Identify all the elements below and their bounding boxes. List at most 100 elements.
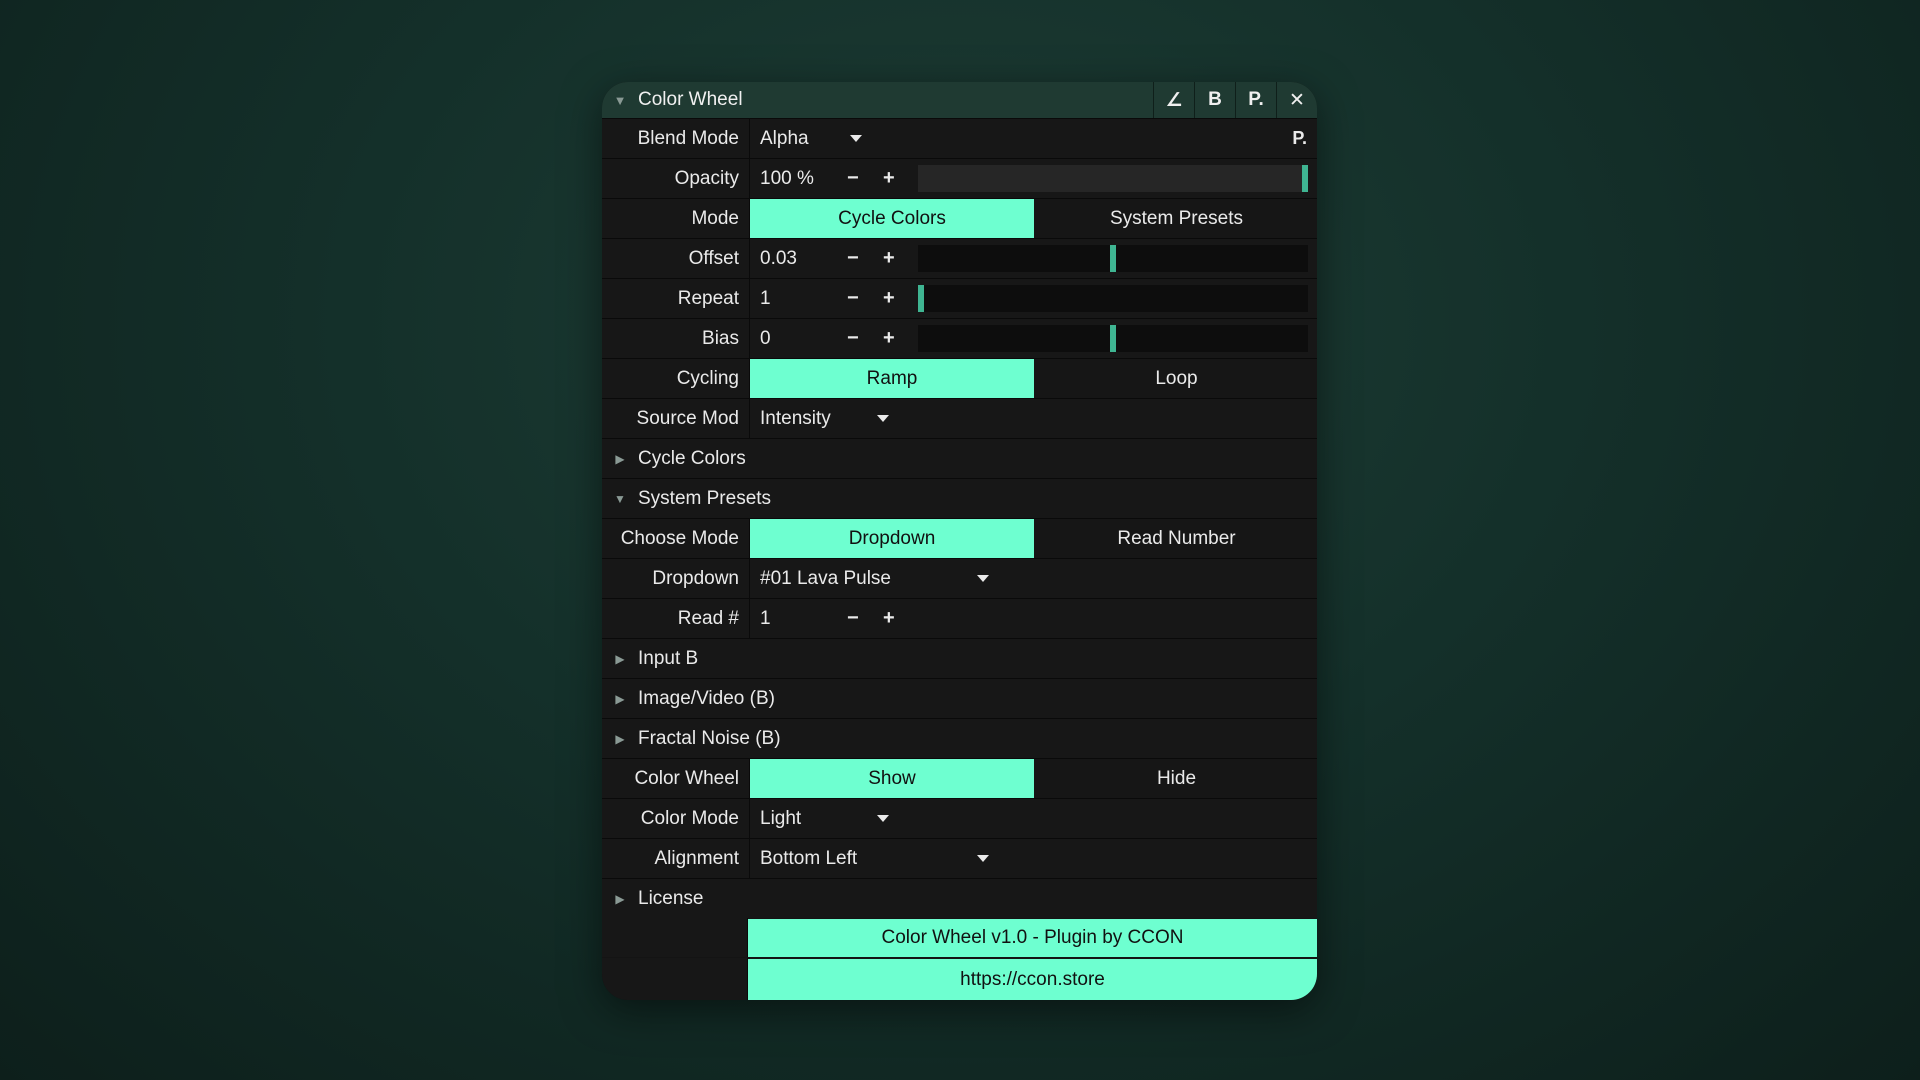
chevron-down-icon [850, 135, 862, 142]
section-fractal-noise[interactable]: ▶ Fractal Noise (B) [602, 718, 1317, 758]
offset-decrement-button[interactable]: − [847, 247, 859, 270]
section-fractal-noise-title: Fractal Noise (B) [638, 727, 781, 749]
store-link[interactable]: https://ccon.store [748, 959, 1317, 1000]
blend-mode-label: Blend Mode [602, 119, 750, 158]
chevron-down-icon [977, 855, 989, 862]
repeat-increment-button[interactable]: + [883, 287, 895, 310]
footer-spacer [602, 918, 748, 957]
bypass-button[interactable]: B [1194, 82, 1235, 118]
choose-mode-row: Choose Mode Dropdown Read Number [602, 518, 1317, 558]
color-wheel-show-button[interactable]: Show [750, 759, 1034, 798]
chevron-down-icon [877, 815, 889, 822]
offset-label: Offset [602, 239, 750, 278]
opacity-decrement-button[interactable]: − [847, 167, 859, 190]
angle-icon[interactable]: ∠ [1153, 82, 1194, 118]
read-number-increment-button[interactable]: + [883, 607, 895, 630]
opacity-value[interactable]: 100 % [760, 168, 814, 190]
cycling-row: Cycling Ramp Loop [602, 358, 1317, 398]
expand-arrow-icon: ▶ [615, 891, 625, 906]
choose-mode-dropdown-button[interactable]: Dropdown [750, 519, 1034, 558]
bias-increment-button[interactable]: + [883, 327, 895, 350]
bias-row: Bias 0 − + [602, 318, 1317, 358]
repeat-value[interactable]: 1 [760, 288, 771, 310]
preset-dropdown[interactable]: #01 Lava Pulse [750, 559, 1317, 598]
blend-mode-dropdown[interactable]: Alpha P. [750, 119, 1317, 158]
repeat-row: Repeat 1 − + [602, 278, 1317, 318]
color-wheel-row: Color Wheel Show Hide [602, 758, 1317, 798]
choose-mode-read-number-button[interactable]: Read Number [1034, 519, 1317, 558]
preset-button[interactable]: P. [1235, 82, 1276, 118]
alignment-value: Bottom Left [760, 847, 858, 869]
cycling-ramp-button[interactable]: Ramp [750, 359, 1034, 398]
opacity-slider-handle[interactable] [1302, 165, 1308, 192]
bias-label: Bias [602, 319, 750, 358]
offset-value[interactable]: 0.03 [760, 248, 797, 270]
offset-slider-handle[interactable] [1110, 245, 1116, 272]
choose-mode-label: Choose Mode [602, 519, 750, 558]
bias-value[interactable]: 0 [760, 328, 771, 350]
color-wheel-label: Color Wheel [602, 759, 750, 798]
repeat-label: Repeat [602, 279, 750, 318]
section-license-title: License [638, 887, 704, 909]
section-image-video[interactable]: ▶ Image/Video (B) [602, 678, 1317, 718]
bias-slider[interactable] [918, 325, 1308, 352]
cycling-label: Cycling [602, 359, 750, 398]
bias-slider-handle[interactable] [1110, 325, 1116, 352]
mode-cycle-colors-button[interactable]: Cycle Colors [750, 199, 1034, 238]
alignment-row: Alignment Bottom Left [602, 838, 1317, 878]
opacity-increment-button[interactable]: + [883, 167, 895, 190]
mode-row: Mode Cycle Colors System Presets [602, 198, 1317, 238]
dropdown-row: Dropdown #01 Lava Pulse [602, 558, 1317, 598]
repeat-slider-handle[interactable] [918, 285, 924, 312]
expand-arrow-icon: ▶ [615, 731, 625, 746]
cycling-loop-button[interactable]: Loop [1034, 359, 1317, 398]
credit-banner: Color Wheel v1.0 - Plugin by CCON [748, 919, 1317, 957]
panel-title: Color Wheel [638, 89, 743, 110]
color-wheel-hide-button[interactable]: Hide [1034, 759, 1317, 798]
offset-slider[interactable] [918, 245, 1308, 272]
expand-arrow-icon: ▶ [615, 651, 625, 666]
collapse-arrow-icon: ▼ [614, 491, 626, 506]
section-image-video-title: Image/Video (B) [638, 687, 775, 709]
blend-mode-preset-button[interactable]: P. [1292, 128, 1307, 149]
repeat-slider[interactable] [918, 285, 1308, 312]
section-input-b[interactable]: ▶ Input B [602, 638, 1317, 678]
expand-arrow-icon: ▶ [615, 451, 625, 466]
alignment-label: Alignment [602, 839, 750, 878]
opacity-row: Opacity 100 % − + [602, 158, 1317, 198]
read-number-row: Read # 1 − + [602, 598, 1317, 638]
color-mode-row: Color Mode Light [602, 798, 1317, 838]
read-number-decrement-button[interactable]: − [847, 607, 859, 630]
opacity-label: Opacity [602, 159, 750, 198]
source-mod-row: Source Mod Intensity [602, 398, 1317, 438]
expand-arrow-icon: ▶ [615, 691, 625, 706]
source-mod-dropdown[interactable]: Intensity [750, 399, 1317, 438]
chevron-down-icon [877, 415, 889, 422]
alignment-dropdown[interactable]: Bottom Left [750, 839, 1317, 878]
collapse-arrow-icon[interactable]: ▼ [602, 93, 638, 108]
section-system-presets-title: System Presets [638, 487, 772, 509]
bias-decrement-button[interactable]: − [847, 327, 859, 350]
read-number-value[interactable]: 1 [760, 608, 771, 630]
color-mode-dropdown[interactable]: Light [750, 799, 1317, 838]
offset-increment-button[interactable]: + [883, 247, 895, 270]
source-mod-value: Intensity [760, 407, 831, 429]
blend-mode-value: Alpha [760, 127, 809, 149]
color-mode-label: Color Mode [602, 799, 750, 838]
section-license[interactable]: ▶ License [602, 878, 1317, 918]
mode-system-presets-button[interactable]: System Presets [1034, 199, 1317, 238]
repeat-decrement-button[interactable]: − [847, 287, 859, 310]
mode-label: Mode [602, 199, 750, 238]
opacity-slider[interactable] [918, 165, 1308, 192]
dropdown-label: Dropdown [602, 559, 750, 598]
close-icon[interactable]: ✕ [1276, 82, 1317, 118]
blend-mode-row: Blend Mode Alpha P. [602, 118, 1317, 158]
section-cycle-colors[interactable]: ▶ Cycle Colors [602, 438, 1317, 478]
read-number-label: Read # [602, 599, 750, 638]
footer-spacer [602, 958, 748, 1000]
offset-row: Offset 0.03 − + [602, 238, 1317, 278]
preset-dropdown-value: #01 Lava Pulse [760, 567, 891, 589]
section-system-presets[interactable]: ▼ System Presets [602, 478, 1317, 518]
chevron-down-icon [977, 575, 989, 582]
color-mode-value: Light [760, 807, 802, 829]
